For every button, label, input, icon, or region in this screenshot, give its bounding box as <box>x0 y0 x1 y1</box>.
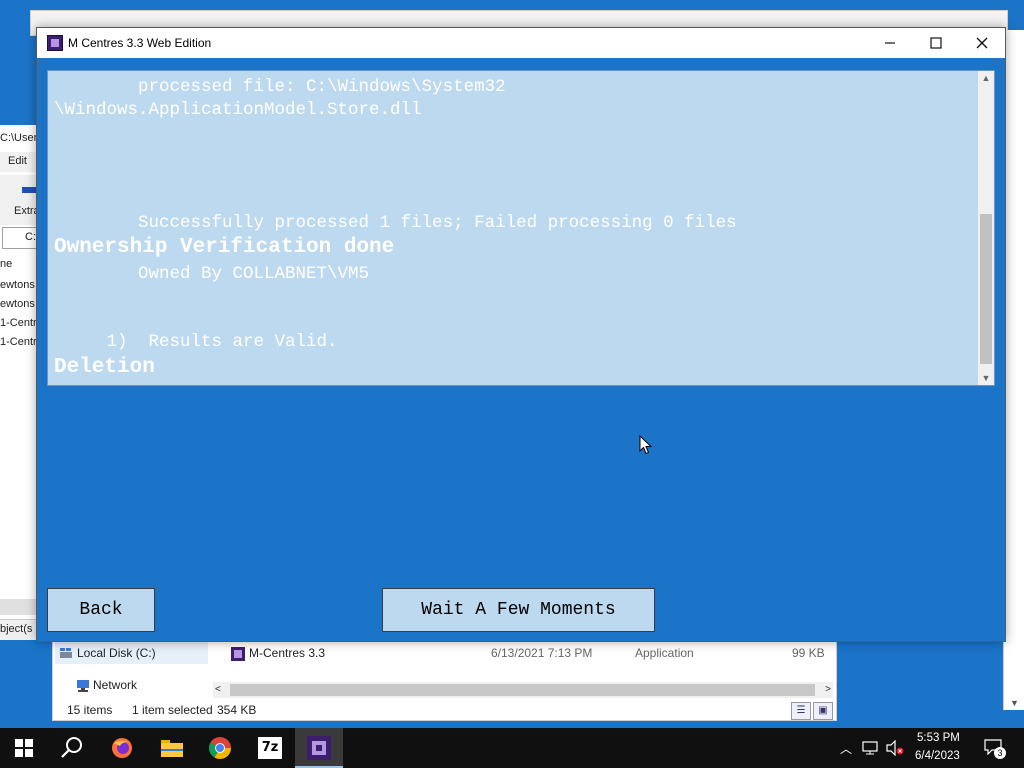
app-window: M Centres 3.3 Web Edition processed file… <box>36 27 1006 642</box>
folder-icon <box>161 740 183 757</box>
output-console[interactable]: processed file: C:\Windows\System32 \Win… <box>47 70 995 386</box>
console-line: Owned By COLLABNET\VM5 <box>54 264 370 284</box>
status-items: 15 items <box>67 703 113 717</box>
scrollbar-thumb[interactable] <box>230 684 815 696</box>
window-title: M Centres 3.3 Web Edition <box>68 36 212 50</box>
list-item[interactable]: ewtons <box>0 298 35 310</box>
title-bar[interactable]: M Centres 3.3 Web Edition <box>37 28 1005 58</box>
taskbar-7zip[interactable]: 7z <box>246 728 294 768</box>
file-type: Application <box>635 646 694 660</box>
background-explorer-window: C:\User Edit Extra C: ne ewtons ewtons 1… <box>0 125 41 640</box>
network-icon <box>77 679 89 692</box>
menu-edit[interactable]: Edit <box>8 155 27 167</box>
back-button[interactable]: Back <box>47 588 155 632</box>
menu-bar: Edit <box>0 152 40 172</box>
nav-item-label: Network <box>93 678 138 692</box>
firefox-icon <box>112 738 132 758</box>
scroll-right-icon[interactable]: > <box>825 682 831 698</box>
notification-badge: 3 <box>994 747 1006 759</box>
minimize-button[interactable] <box>867 28 913 58</box>
clock-time[interactable]: 5:53 PM <box>917 732 960 744</box>
list-item[interactable]: 1-Centr <box>0 336 37 348</box>
status-size: 354 KB <box>217 703 257 717</box>
horizontal-scrollbar[interactable] <box>0 599 40 615</box>
taskbar: 7z ︿ 5:53 PM 6/4/2023 3 <box>0 728 1024 768</box>
chrome-icon <box>209 737 231 759</box>
nav-item-label: Local Disk (C:) <box>77 646 156 660</box>
console-scrollbar[interactable]: ▲ ▼ <box>978 71 994 385</box>
file-date: 6/13/2021 7:13 PM <box>491 646 593 660</box>
nav-item-local-disk[interactable]: Local Disk (C:) <box>55 642 208 664</box>
status-selected: 1 item selected <box>132 703 213 717</box>
scroll-down-icon[interactable]: ▼ <box>978 373 994 383</box>
console-line: \Windows.ApplicationModel.Store.dll <box>54 100 422 120</box>
console-line: processed file: C:\Windows\System32 <box>54 77 506 97</box>
7zip-icon: 7z <box>258 737 282 759</box>
maximize-icon <box>930 37 942 49</box>
taskbar-chrome[interactable] <box>196 728 244 768</box>
volume-muted-icon[interactable] <box>886 740 904 756</box>
close-button[interactable] <box>959 28 1005 58</box>
list-item[interactable]: ewtons <box>0 279 35 291</box>
status-text: bject(s <box>0 623 33 635</box>
horizontal-scrollbar[interactable]: < > <box>213 682 833 698</box>
taskbar-m-centres[interactable] <box>295 728 343 768</box>
app-icon <box>47 35 63 51</box>
file-name: M-Centres 3.3 <box>249 646 326 660</box>
console-line: Successfully processed 1 files; Failed p… <box>54 213 737 233</box>
path-text: C:\User <box>0 132 38 144</box>
taskbar-file-explorer[interactable] <box>148 728 196 768</box>
taskbar-firefox[interactable] <box>98 728 146 768</box>
search-icon <box>61 737 82 758</box>
status-bar: 15 items 1 item selected 354 KB <box>53 700 836 720</box>
windows-logo-icon <box>15 739 33 757</box>
network-icon[interactable] <box>862 740 880 756</box>
status-bar: bject(s <box>0 619 40 640</box>
address-bar[interactable]: C: <box>2 227 40 249</box>
show-hidden-icons[interactable]: ︿ <box>840 740 852 757</box>
file-explorer-window: Local Disk (C:) M-Centres 3.3 6/13/2021 … <box>52 640 837 721</box>
ribbon: Extra <box>0 175 40 225</box>
file-row[interactable]: M-Centres 3.3 <box>231 642 325 664</box>
scrollbar-thumb[interactable] <box>980 214 992 364</box>
ribbon-icon <box>22 187 36 193</box>
notification-center-button[interactable]: 3 <box>984 739 1006 759</box>
drive-icon <box>60 648 72 658</box>
background-window-scrollbar: ▼ <box>1003 30 1024 710</box>
details-view-icon[interactable]: ☰ <box>791 702 811 720</box>
scroll-down-icon[interactable]: ▼ <box>1010 698 1019 708</box>
address-text: C: <box>25 231 36 243</box>
list-item[interactable]: 1-Centr <box>0 317 37 329</box>
close-icon <box>976 37 988 49</box>
large-icons-view-icon[interactable]: ▣ <box>813 702 833 720</box>
maximize-button[interactable] <box>913 28 959 58</box>
search-button[interactable] <box>48 728 96 768</box>
console-heading: Ownership Verification done <box>54 236 395 259</box>
start-button[interactable] <box>0 728 48 768</box>
scroll-left-icon[interactable]: < <box>215 682 221 698</box>
console-heading: Deletion <box>54 356 155 379</box>
app-icon <box>231 646 245 661</box>
console-line: 1) Results are Valid. <box>54 332 338 352</box>
scroll-up-icon[interactable]: ▲ <box>978 73 994 83</box>
nav-item-network[interactable]: Network <box>75 674 137 696</box>
mouse-pointer-icon <box>639 435 653 455</box>
clock-date[interactable]: 6/4/2023 <box>915 750 960 762</box>
wait-button[interactable]: Wait A Few Moments <box>382 588 655 632</box>
file-size: 99 KB <box>792 646 825 660</box>
minimize-icon <box>885 42 895 44</box>
m-centres-icon <box>307 736 331 760</box>
list-item[interactable]: ne <box>0 258 12 270</box>
